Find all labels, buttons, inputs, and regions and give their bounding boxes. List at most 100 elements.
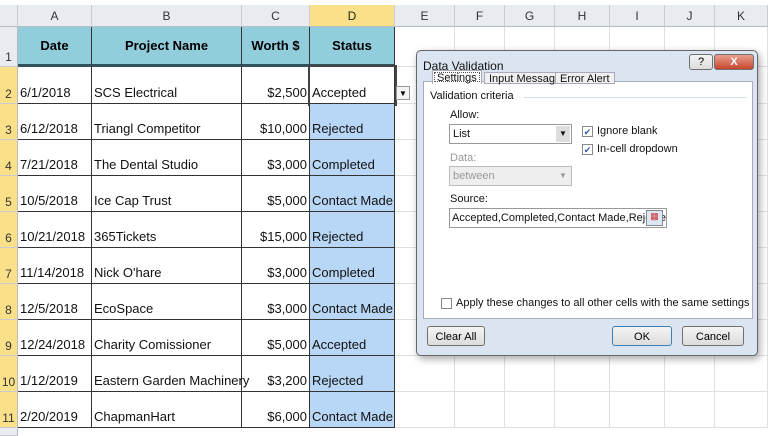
date-cell[interactable]: 11/14/2018 (18, 248, 92, 284)
tab-error-alert[interactable]: Error Alert (555, 72, 615, 85)
project-name-cell[interactable]: Eastern Garden Machinery (92, 356, 249, 392)
status-cell[interactable]: Rejected (310, 212, 395, 248)
project-name-cell[interactable]: Triangl Competitor (92, 104, 242, 140)
cell[interactable] (505, 356, 555, 392)
source-input[interactable]: Accepted,Completed,Contact Made,Rejected (449, 208, 667, 228)
row-header-1[interactable]: 1 (0, 27, 18, 67)
project-name-cell[interactable]: ChapmanHart (92, 392, 242, 428)
header-project-name[interactable]: Project Name (92, 27, 242, 67)
column-header-h[interactable]: H (555, 5, 610, 27)
cell[interactable] (610, 392, 665, 428)
status-cell[interactable]: Rejected (310, 104, 395, 140)
cell[interactable] (665, 392, 715, 428)
row-header-8[interactable]: 8 (0, 284, 18, 320)
column-header-b[interactable]: B (92, 5, 242, 27)
status-cell[interactable]: Contact Made (310, 284, 395, 320)
row-header-7[interactable]: 7 (0, 248, 18, 284)
cell[interactable] (455, 356, 505, 392)
chevron-down-icon: ▼ (559, 171, 567, 180)
worth-cell[interactable]: $3,200 (242, 356, 310, 392)
row-header-12[interactable] (0, 428, 18, 436)
worth-cell[interactable]: $10,000 (242, 104, 310, 140)
help-button[interactable]: ? (689, 54, 713, 70)
header-date[interactable]: Date (18, 27, 92, 67)
cell[interactable] (505, 392, 555, 428)
project-name-cell[interactable]: EcoSpace (92, 284, 242, 320)
cell[interactable] (395, 392, 455, 428)
status-cell[interactable]: Accepted (308, 65, 397, 106)
project-name-cell[interactable]: Ice Cap Trust (92, 176, 242, 212)
worth-cell[interactable]: $5,000 (242, 320, 310, 356)
column-header-d[interactable]: D (310, 5, 395, 27)
column-header-a[interactable]: A (18, 5, 92, 27)
ignore-blank-checkbox[interactable]: ✔ (582, 126, 593, 137)
worth-cell[interactable]: $15,000 (242, 212, 310, 248)
tab-settings[interactable]: Settings (432, 70, 482, 84)
in-cell-dropdown-checkbox[interactable]: ✔ (582, 144, 593, 155)
status-cell[interactable]: Contact Made (310, 176, 395, 212)
date-cell[interactable]: 10/5/2018 (18, 176, 92, 212)
row-header-11[interactable]: 11 (0, 392, 18, 428)
worth-cell[interactable]: $3,000 (242, 248, 310, 284)
column-header-g[interactable]: G (505, 5, 555, 27)
status-cell[interactable]: Accepted (310, 320, 395, 356)
row-header-10[interactable]: 10 (0, 356, 18, 392)
row-header-4[interactable]: 4 (0, 140, 18, 176)
tab-input-message[interactable]: Input Message (484, 72, 567, 85)
select-all-corner[interactable] (0, 5, 18, 27)
header-worth-[interactable]: Worth $ (242, 27, 310, 67)
project-name-cell[interactable]: Nick O'hare (92, 248, 242, 284)
worth-cell[interactable]: $3,000 (242, 140, 310, 176)
status-cell[interactable]: Rejected (310, 356, 395, 392)
date-cell[interactable]: 6/1/2018 (18, 67, 92, 104)
row-header-5[interactable]: 5 (0, 176, 18, 212)
header-status[interactable]: Status (310, 27, 395, 67)
column-header-i[interactable]: I (610, 5, 665, 27)
cell[interactable] (395, 356, 455, 392)
cell[interactable] (715, 356, 768, 392)
apply-all-checkbox[interactable] (441, 298, 452, 309)
project-name-cell[interactable]: Charity Comissioner (92, 320, 242, 356)
date-cell[interactable]: 2/20/2019 (18, 392, 92, 428)
cell[interactable] (610, 356, 665, 392)
cell[interactable] (665, 356, 715, 392)
cell[interactable] (555, 392, 610, 428)
date-cell[interactable]: 6/12/2018 (18, 104, 92, 140)
source-label: Source: (450, 193, 488, 205)
project-name-cell[interactable]: 365Tickets (92, 212, 242, 248)
column-header-e[interactable]: E (395, 5, 455, 27)
status-cell[interactable]: Contact Made (310, 392, 395, 428)
close-button[interactable]: X (714, 54, 754, 70)
status-cell[interactable]: Completed (310, 248, 395, 284)
date-cell[interactable]: 1/12/2019 (18, 356, 92, 392)
column-header-k[interactable]: K (715, 5, 768, 27)
ok-button[interactable]: OK (612, 326, 672, 346)
cancel-button[interactable]: Cancel (682, 326, 744, 346)
column-header-c[interactable]: C (242, 5, 310, 27)
column-header-f[interactable]: F (455, 5, 505, 27)
clear-all-button[interactable]: Clear All (427, 326, 485, 346)
chevron-down-icon[interactable]: ▼ (556, 126, 570, 142)
status-cell[interactable]: Completed (310, 140, 395, 176)
cell-dropdown-arrow-icon[interactable]: ▼ (396, 86, 410, 100)
date-cell[interactable]: 12/5/2018 (18, 284, 92, 320)
project-name-cell[interactable]: The Dental Studio (92, 140, 242, 176)
cell[interactable] (555, 356, 610, 392)
row-header-3[interactable]: 3 (0, 104, 18, 140)
worth-cell[interactable]: $5,000 (242, 176, 310, 212)
date-cell[interactable]: 7/21/2018 (18, 140, 92, 176)
row-header-2[interactable]: 2 (0, 67, 18, 104)
cell[interactable] (715, 392, 768, 428)
row-header-6[interactable]: 6 (0, 212, 18, 248)
cell[interactable] (455, 392, 505, 428)
date-cell[interactable]: 12/24/2018 (18, 320, 92, 356)
row-header-9[interactable]: 9 (0, 320, 18, 356)
date-cell[interactable]: 10/21/2018 (18, 212, 92, 248)
project-name-cell[interactable]: SCS Electrical (92, 67, 242, 104)
worth-cell[interactable]: $6,000 (242, 392, 310, 428)
column-header-j[interactable]: J (665, 5, 715, 27)
range-select-icon[interactable]: ▦ (646, 210, 663, 226)
allow-select[interactable]: List ▼ (449, 124, 572, 144)
worth-cell[interactable]: $2,500 (242, 67, 310, 104)
worth-cell[interactable]: $3,000 (242, 284, 310, 320)
